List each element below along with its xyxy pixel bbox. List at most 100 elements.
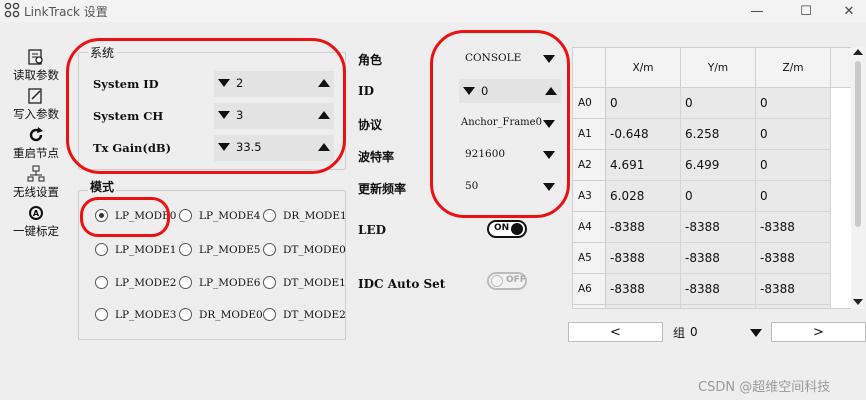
idc-auto-set-toggle[interactable]: OFF [487,272,527,290]
radio-icon[interactable] [179,308,192,321]
decrement-icon[interactable] [218,111,230,119]
row-header[interactable]: A0 [573,88,606,119]
one-key-calibrate-button[interactable]: A 一键标定 [4,204,68,239]
radio-dt-mode1[interactable]: DT_MODE1 [263,276,346,289]
table-cell-x[interactable]: 4.691 [606,150,681,181]
radio-icon[interactable] [179,209,192,222]
read-params-button[interactable]: 读取参数 [4,48,68,83]
restart-node-button[interactable]: 重启节点 [4,126,68,161]
radio-icon[interactable] [95,308,108,321]
table-cell-z[interactable]: 0 [756,119,831,150]
decrement-icon[interactable] [218,143,230,151]
column-header-x[interactable]: X/m [606,48,681,88]
radio-icon[interactable] [263,209,276,222]
row-header[interactable]: A1 [573,119,606,150]
radio-dr-mode1[interactable]: DR_MODE1 [263,209,347,222]
table-cell-y[interactable]: -8388 [681,305,756,308]
table-cell-y[interactable]: 6.499 [681,150,756,181]
table-cell-y[interactable]: -8388 [681,243,756,274]
decrement-icon[interactable] [218,79,230,87]
chevron-down-icon[interactable] [543,151,555,159]
table-cell-z[interactable]: -8388 [756,274,831,305]
table-cell-y[interactable]: 6.258 [681,119,756,150]
row-header[interactable]: A2 [573,150,606,181]
table-cell-z[interactable]: -8388 [756,212,831,243]
radio-lp-mode3[interactable]: LP_MODE3 [95,308,176,321]
chevron-down-icon[interactable] [750,329,762,337]
baud-combo[interactable]: 921600 [455,143,563,167]
write-params-label: 写入参数 [13,107,59,121]
tx-gain-spinbox[interactable]: 33.5 [214,135,334,161]
table-cell-y[interactable]: -8388 [681,212,756,243]
chevron-down-icon[interactable] [543,183,555,191]
row-header[interactable]: A7 [573,305,606,308]
radio-icon[interactable] [179,243,192,256]
row-header[interactable]: A6 [573,274,606,305]
prev-group-button[interactable]: < [568,322,663,342]
increment-icon[interactable] [318,143,330,151]
table-cell-z[interactable]: 0 [756,150,831,181]
decrement-icon[interactable] [463,87,475,95]
close-button[interactable]: ✕ [828,0,866,22]
minimize-button[interactable]: — [736,0,778,22]
table-scrollbar[interactable] [851,47,865,309]
increment-icon[interactable] [318,111,330,119]
scroll-thumb[interactable] [855,61,861,227]
table-cell-z[interactable]: 0 [756,88,831,119]
row-header[interactable]: A4 [573,212,606,243]
baud-label: 波特率 [358,150,395,164]
row-header[interactable]: A5 [573,243,606,274]
radio-lp-mode4[interactable]: LP_MODE4 [179,209,260,222]
radio-checked-icon[interactable] [95,209,108,222]
protocol-combo[interactable]: Anchor_Frame0 [452,112,563,136]
table-cell-y[interactable]: -8388 [681,274,756,305]
table-cell-x[interactable]: -8388 [606,243,681,274]
maximize-button[interactable]: ☐ [785,0,827,22]
scroll-up-icon[interactable] [853,49,863,55]
increment-icon[interactable] [318,79,330,87]
table-cell-z[interactable]: 0 [756,181,831,212]
table-cell-z[interactable]: -8388 [756,305,831,308]
radio-dt-mode0[interactable]: DT_MODE0 [263,243,346,256]
table-cell-x[interactable]: -0.648 [606,119,681,150]
radio-lp-mode1[interactable]: LP_MODE1 [95,243,176,256]
radio-lp-mode5[interactable]: LP_MODE5 [179,243,260,256]
table-cell-x[interactable]: -8388 [606,305,681,308]
radio-lp-mode6[interactable]: LP_MODE6 [179,276,260,289]
group-combo[interactable]: 0 [688,320,764,344]
chevron-down-icon[interactable] [543,120,555,128]
radio-icon[interactable] [95,276,108,289]
radio-icon[interactable] [263,276,276,289]
radio-icon[interactable] [95,243,108,256]
id-spinbox[interactable]: 0 [459,79,561,103]
role-combo[interactable]: CONSOLE [455,47,563,71]
row-header[interactable]: A3 [573,181,606,212]
update-rate-combo[interactable]: 50 [455,175,563,199]
table-cell-x[interactable]: 6.028 [606,181,681,212]
chevron-down-icon[interactable] [543,55,555,63]
radio-dr-mode0[interactable]: DR_MODE0 [179,308,263,321]
system-id-spinbox[interactable]: 2 [214,71,334,97]
scroll-down-icon[interactable] [853,299,863,305]
radio-icon[interactable] [263,308,276,321]
system-ch-spinbox[interactable]: 3 [214,103,334,129]
radio-lp-mode2[interactable]: LP_MODE2 [95,276,176,289]
table-cell-x[interactable]: 0 [606,88,681,119]
radio-lp-mode0[interactable]: LP_MODE0 [95,209,176,222]
column-header-y[interactable]: Y/m [681,48,756,88]
column-header-z[interactable]: Z/m [756,48,831,88]
table-cell-z[interactable]: -8388 [756,243,831,274]
table-cell-y[interactable]: 0 [681,88,756,119]
radio-icon[interactable] [179,276,192,289]
table-cell-y[interactable]: 0 [681,181,756,212]
next-group-button[interactable]: > [771,322,866,342]
led-toggle[interactable]: ON [487,220,527,238]
wireless-settings-button[interactable]: 无线设置 [4,165,68,200]
increment-icon[interactable] [545,87,557,95]
restart-icon [29,127,43,142]
write-params-button[interactable]: 写入参数 [4,87,68,122]
table-cell-x[interactable]: -8388 [606,274,681,305]
radio-dt-mode2[interactable]: DT_MODE2 [263,308,346,321]
table-cell-x[interactable]: -8388 [606,212,681,243]
radio-icon[interactable] [263,243,276,256]
